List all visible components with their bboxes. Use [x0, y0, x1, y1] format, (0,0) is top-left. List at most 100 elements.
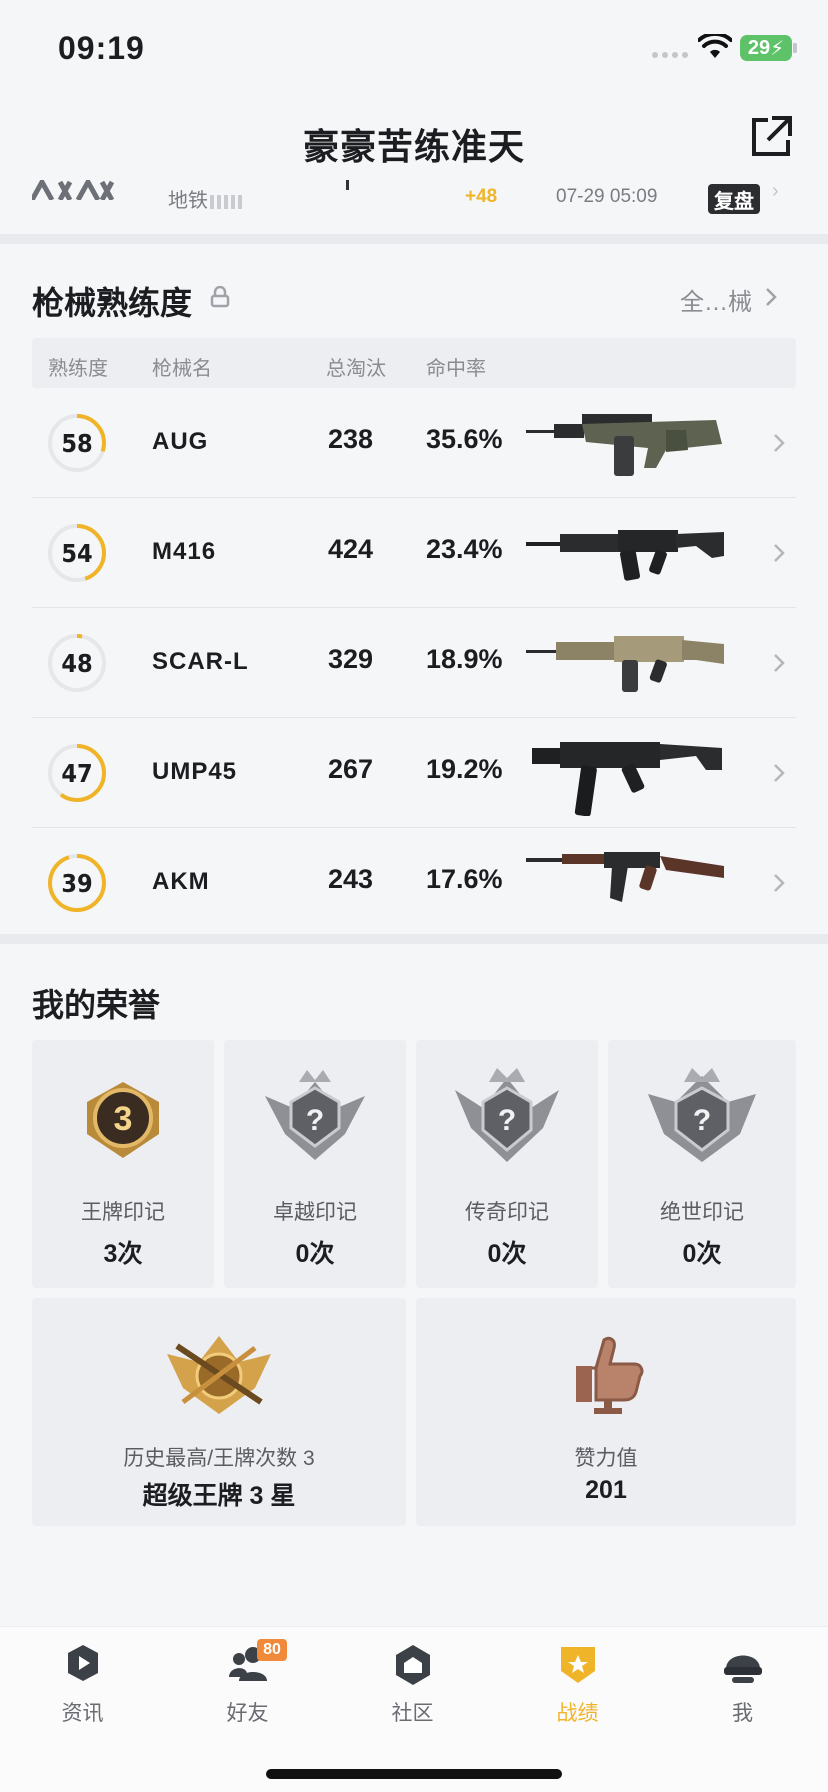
honor-label: 赞力值 — [574, 1447, 638, 1470]
aug-rifle-icon — [526, 414, 722, 476]
friends-count-badge: 80 — [257, 1639, 287, 1661]
match-map: 地铁 — [168, 184, 244, 213]
badge-question-mark: ? — [498, 1104, 516, 1137]
page-header: 豪豪苦练准天 — [0, 100, 828, 180]
weapon-name: SCAR-L — [152, 648, 249, 675]
section-divider — [0, 234, 828, 244]
weapon-table-header: 熟练度 枪械名 总淘汰 命中率 — [32, 338, 796, 388]
replay-button[interactable]: 复盘 — [708, 184, 760, 214]
page-title: 豪豪苦练准天 — [302, 126, 525, 167]
weapon-accuracy: 23.4% — [426, 534, 503, 564]
ace-badge-number: 3 — [114, 1100, 133, 1138]
thumbs-up-icon — [576, 1336, 644, 1414]
weapon-kills: 238 — [328, 424, 374, 454]
honor-card-best-rank[interactable]: 历史最高/王牌次数 3 超级王牌 3 星 — [32, 1298, 406, 1526]
honor-card-peerless[interactable]: ? 绝世印记 0次 — [608, 1040, 796, 1288]
match-score: +48 — [465, 186, 498, 207]
rank-emblem-icon — [32, 180, 114, 200]
status-time: 09:19 — [58, 30, 145, 66]
honor-label: 传奇印记 — [465, 1201, 549, 1224]
profile-icon — [724, 1655, 762, 1683]
battery-level: 29 — [747, 36, 771, 59]
team-size-icon — [210, 194, 244, 209]
weapon-row-m416[interactable]: 54 M416 424 23.4% — [32, 498, 796, 608]
honor-label: 王牌印记 — [81, 1201, 165, 1224]
honor-card-likes[interactable]: 赞力值 201 — [416, 1298, 796, 1526]
weapon-accuracy: 17.6% — [426, 864, 503, 894]
tab-news[interactable]: 资讯 — [0, 1627, 165, 1737]
tab-label: 好友 — [226, 1702, 269, 1725]
tab-label: 资讯 — [61, 1702, 104, 1725]
chevron-right-icon[interactable] — [772, 432, 786, 454]
tab-friends[interactable]: 80 好友 — [165, 1627, 330, 1737]
weapon-level: 47 — [61, 758, 93, 788]
weapon-row-ump45[interactable]: 47 UMP45 267 19.2% — [32, 718, 796, 828]
honor-card-excellence[interactable]: ? 卓越印记 0次 — [224, 1040, 406, 1288]
weapon-level: 58 — [61, 428, 93, 458]
chevron-right-icon[interactable] — [764, 286, 778, 308]
weapon-accuracy: 35.6% — [426, 424, 503, 454]
section-divider — [0, 934, 828, 944]
wifi-icon — [698, 34, 732, 58]
honor-count: 0次 — [487, 1240, 527, 1268]
lock-icon[interactable] — [210, 286, 230, 308]
see-all-weapons-link[interactable]: 全…械 — [680, 282, 752, 317]
weapon-kills: 329 — [328, 644, 374, 674]
locked-badge-icon: ? — [455, 1068, 559, 1162]
ace-mark-badge-icon: 3 — [87, 1082, 159, 1158]
status-bar: 09:19 29 ⚡ — [0, 0, 828, 100]
community-icon — [396, 1645, 430, 1685]
tab-profile[interactable]: 我 — [660, 1627, 825, 1737]
scar-l-rifle-icon — [526, 636, 724, 692]
honor-card-legend[interactable]: ? 传奇印记 0次 — [416, 1040, 598, 1288]
col-accuracy: 命中率 — [426, 358, 486, 380]
weapon-row-scar-l[interactable]: 48 SCAR-L 329 18.9% — [32, 608, 796, 718]
chevron-right-icon[interactable] — [772, 872, 786, 894]
chevron-right-icon[interactable] — [772, 762, 786, 784]
battery-cap — [793, 43, 797, 53]
honor-count: 0次 — [682, 1240, 722, 1268]
weapon-row-aug[interactable]: 58 AUG 238 35.6% — [32, 388, 796, 498]
weapon-name: AUG — [152, 428, 209, 455]
honor-count: 3次 — [103, 1240, 143, 1268]
honor-card-ace[interactable]: 3 王牌印记 3次 — [32, 1040, 214, 1288]
chevron-right-icon[interactable] — [772, 542, 786, 564]
weapon-kills: 267 — [328, 754, 374, 784]
tab-record[interactable]: 战绩 — [495, 1627, 660, 1737]
honor-section-title: 我的荣誉 — [32, 987, 161, 1023]
weapon-level: 39 — [61, 868, 93, 898]
chevron-right-icon[interactable] — [772, 652, 786, 674]
col-kills: 总淘汰 — [326, 358, 386, 380]
match-divider — [346, 180, 349, 190]
weapon-name: AKM — [152, 868, 210, 895]
weapon-row-akm[interactable]: 39 AKM 243 17.6% — [32, 828, 796, 938]
honor-label: 历史最高/王牌次数 3 — [123, 1447, 315, 1470]
weapon-name: UMP45 — [152, 758, 238, 785]
col-level: 熟练度 — [48, 358, 108, 380]
honor-label: 绝世印记 — [660, 1201, 744, 1224]
weapon-kills: 243 — [328, 864, 374, 894]
weapon-level: 48 — [61, 648, 93, 678]
weapon-level: 54 — [61, 538, 93, 568]
battery-indicator: 29 ⚡ — [740, 35, 792, 61]
home-indicator[interactable] — [266, 1769, 562, 1779]
tab-community[interactable]: 社区 — [330, 1627, 495, 1737]
bottom-tab-bar: 资讯 80 好友 社区 战绩 我 — [0, 1626, 828, 1792]
best-rank-value: 超级王牌 3 星 — [142, 1482, 296, 1510]
news-icon — [68, 1645, 98, 1681]
m416-rifle-icon — [526, 530, 724, 581]
match-chevron-icon: › — [772, 180, 779, 202]
cellular-signal-icon — [652, 52, 688, 58]
badge-question-mark: ? — [693, 1104, 711, 1137]
honor-count: 0次 — [295, 1240, 335, 1268]
share-icon[interactable] — [748, 114, 794, 160]
akm-rifle-icon — [526, 852, 724, 902]
locked-badge-icon: ? — [648, 1068, 756, 1162]
tab-label: 战绩 — [556, 1702, 599, 1725]
recent-match-row[interactable]: 地铁 +48 07-29 05:09 复盘 › — [0, 180, 828, 226]
weapon-accuracy: 19.2% — [426, 754, 503, 784]
honor-label: 卓越印记 — [273, 1201, 357, 1224]
locked-badge-icon: ? — [265, 1070, 365, 1160]
weapon-kills: 424 — [328, 534, 374, 564]
tab-label: 社区 — [391, 1702, 434, 1725]
